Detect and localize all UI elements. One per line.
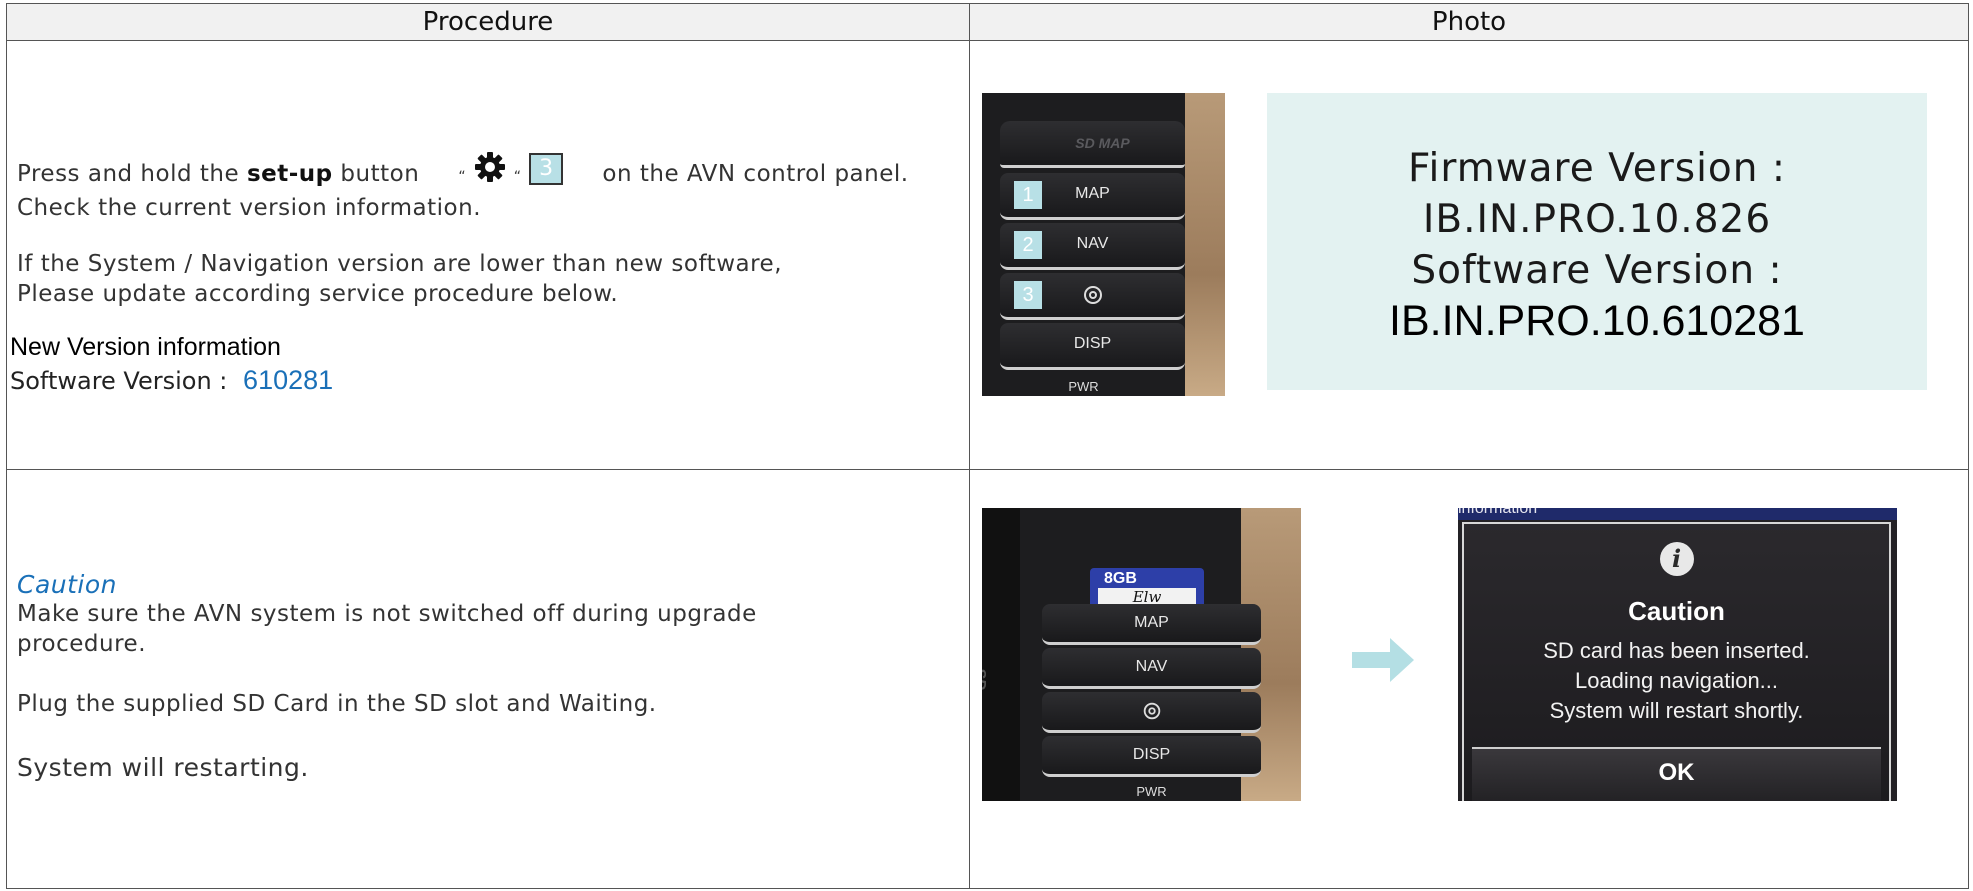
ok-button: OK: [1472, 747, 1881, 801]
popup-title: Caution: [1628, 596, 1725, 626]
step1-line1: Press and hold the set-up button “ “ 3 o…: [17, 152, 957, 195]
photo-cell-step1: SD MAP 1 MAP 2 NAV 3 DISP PWR Firmware V…: [969, 40, 1969, 470]
sd-map-label: SD MAP: [1075, 135, 1130, 151]
gear-icon: [474, 151, 506, 189]
sd-card-size: 8GB: [1104, 570, 1137, 587]
popup-message: System will restart shortly.: [1549, 698, 1804, 723]
popup-messages: SD card has been inserted. Loading navig…: [1464, 636, 1889, 726]
caution-screen-photo: information i Caution SD card has been i…: [1458, 508, 1897, 801]
step2-line2: procedure.: [17, 631, 147, 657]
table-row: Press and hold the set-up button “ “ 3 o…: [6, 40, 1969, 470]
panel-button-nav: 2 NAV: [1000, 223, 1185, 270]
panel-button-map: 1 MAP: [1000, 173, 1185, 220]
step2-line1: Make sure the AVN system is not switched…: [17, 601, 757, 627]
panel-background-wood: [1185, 93, 1225, 396]
map-label: MAP: [1134, 614, 1169, 631]
step1-text: Press and hold the set-up button “ “ 3 o…: [17, 152, 957, 307]
procedure-cell-step2: Caution Make sure the AVN system is not …: [6, 469, 970, 889]
panel-button-disp: DISP: [1042, 736, 1261, 777]
procedure-table: Procedure Photo Press and hold the set-u…: [6, 3, 1969, 889]
sd-card-photo: SD 8GB Elw MAP NAV DISP PWR: [982, 508, 1301, 801]
software-version-label: Software Version :: [1411, 248, 1783, 293]
firmware-version-value: IB.IN.PRO.10.826: [1422, 197, 1772, 242]
caution-heading: Caution: [17, 570, 118, 599]
table-header-row: Procedure Photo: [6, 3, 1969, 41]
step1-line2: Check the current version information.: [17, 195, 482, 221]
software-version-value: 610281: [243, 365, 334, 395]
header-procedure: Procedure: [6, 3, 970, 41]
popup-message: Loading navigation...: [1574, 668, 1779, 693]
procedure-cell-step1: Press and hold the set-up button “ “ 3 o…: [6, 40, 970, 470]
setup-keyword: set-up: [246, 161, 333, 187]
nav-label: NAV: [1076, 235, 1109, 252]
software-version-label: Software Version :: [10, 367, 228, 395]
pwr-label: PWR: [1136, 784, 1167, 799]
tag-3: 3: [529, 153, 564, 185]
caution-popup: i Caution SD card has been inserted. Loa…: [1462, 522, 1891, 801]
right-arrow-icon: [1352, 638, 1414, 687]
version-info-box: Firmware Version : IB.IN.PRO.10.826 Soft…: [1267, 93, 1927, 390]
step1-text-part: button: [340, 161, 420, 187]
panel-side: SD: [982, 508, 1020, 801]
map-label: MAP: [1075, 185, 1110, 202]
header-photo: Photo: [969, 3, 1969, 41]
panel-button-setup: 3: [1000, 273, 1185, 320]
step1-line3: If the System / Navigation version are l…: [17, 251, 783, 277]
quote-mark: “: [513, 169, 522, 185]
firmware-version-label: Firmware Version :: [1407, 146, 1787, 191]
panel-button-setup: [1042, 692, 1261, 733]
step1-line4: Please update according service procedur…: [17, 281, 619, 307]
table-row: Caution Make sure the AVN system is not …: [6, 469, 1969, 889]
gear-icon: [1000, 283, 1185, 312]
photo-cell-step2: SD 8GB Elw MAP NAV DISP PWR information …: [969, 469, 1969, 889]
new-version-line: Software Version : 610281: [10, 365, 333, 396]
info-icon: i: [1659, 542, 1694, 576]
document-page: Procedure Photo Press and hold the set-u…: [0, 0, 1973, 891]
software-version-value: IB.IN.PRO.10.610281: [1389, 297, 1805, 345]
control-panel-photo: SD MAP 1 MAP 2 NAV 3 DISP PWR: [982, 93, 1225, 396]
sd-map-slot: SD MAP: [1000, 121, 1185, 168]
quote-mark: “: [458, 169, 467, 185]
screen-top-strip: information: [1458, 508, 1897, 520]
new-version-title: New Version information: [10, 333, 281, 361]
panel-button-disp: DISP: [1000, 323, 1185, 370]
screen-top-text: information: [1458, 508, 1538, 517]
disp-label: DISP: [1073, 335, 1112, 352]
step2-line4: System will restarting.: [17, 753, 309, 782]
popup-message: SD card has been inserted.: [1543, 638, 1810, 663]
gear-icon: [1042, 700, 1261, 727]
nav-label: NAV: [1135, 658, 1168, 675]
sd-map-label: SD: [982, 668, 988, 691]
disp-label: DISP: [1132, 746, 1171, 763]
step2-text: Caution Make sure the AVN system is not …: [17, 570, 957, 782]
step1-text-part: on the AVN control panel.: [602, 161, 909, 187]
pwr-label: PWR: [1068, 379, 1099, 394]
panel-button-map: MAP: [1042, 604, 1261, 645]
step2-line3: Plug the supplied SD Card in the SD slot…: [17, 691, 657, 717]
step1-text-part: Press and hold the: [17, 161, 240, 187]
panel-button-nav: NAV: [1042, 648, 1261, 689]
